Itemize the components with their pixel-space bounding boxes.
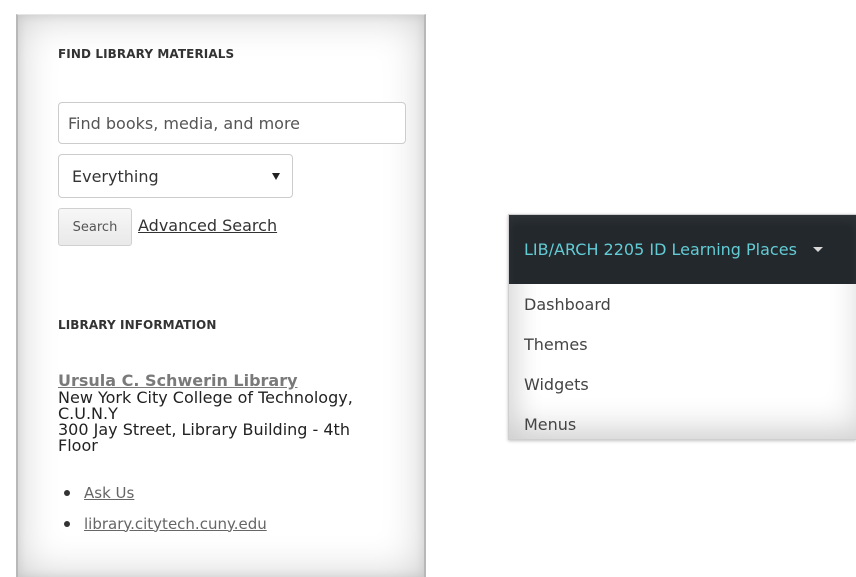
list-item: library.citytech.cuny.edu	[58, 508, 267, 539]
menu-item-dashboard[interactable]: Dashboard	[509, 284, 856, 324]
search-button[interactable]: Search	[58, 208, 132, 246]
admin-site-menu: LIB/ARCH 2205 ID Learning Places Dashboa…	[508, 214, 856, 440]
menu-item-themes[interactable]: Themes	[509, 324, 856, 364]
search-scope-select[interactable]: Everything	[58, 154, 293, 198]
library-address: New York City College of Technology, C.U…	[58, 390, 388, 454]
list-item: Ask Us	[58, 477, 267, 508]
advanced-search-link[interactable]: Advanced Search	[138, 216, 277, 235]
admin-site-header[interactable]: LIB/ARCH 2205 ID Learning Places	[509, 215, 856, 284]
library-widget-panel: FIND LIBRARY MATERIALS Everything Search…	[16, 14, 426, 577]
caret-down-icon[interactable]	[812, 247, 823, 252]
address-line: 300 Jay Street, Library Building - 4th	[58, 420, 350, 439]
address-line: Floor	[58, 436, 98, 455]
site-title[interactable]: LIB/ARCH 2205 ID Learning Places	[524, 240, 797, 259]
menu-item-widgets[interactable]: Widgets	[509, 364, 856, 404]
find-materials-heading: FIND LIBRARY MATERIALS	[58, 47, 235, 61]
menu-item-menus[interactable]: Menus	[509, 404, 856, 439]
bullet-icon	[64, 520, 70, 527]
library-info-heading: LIBRARY INFORMATION	[58, 318, 217, 332]
chevron-down-icon	[272, 172, 280, 180]
library-website-link[interactable]: library.citytech.cuny.edu	[84, 515, 267, 533]
search-scope-value: Everything	[72, 166, 159, 186]
bullet-icon	[64, 489, 70, 496]
library-search-input[interactable]	[58, 102, 406, 144]
ask-us-link[interactable]: Ask Us	[84, 484, 134, 502]
library-links-list: Ask Us library.citytech.cuny.edu	[58, 477, 267, 539]
